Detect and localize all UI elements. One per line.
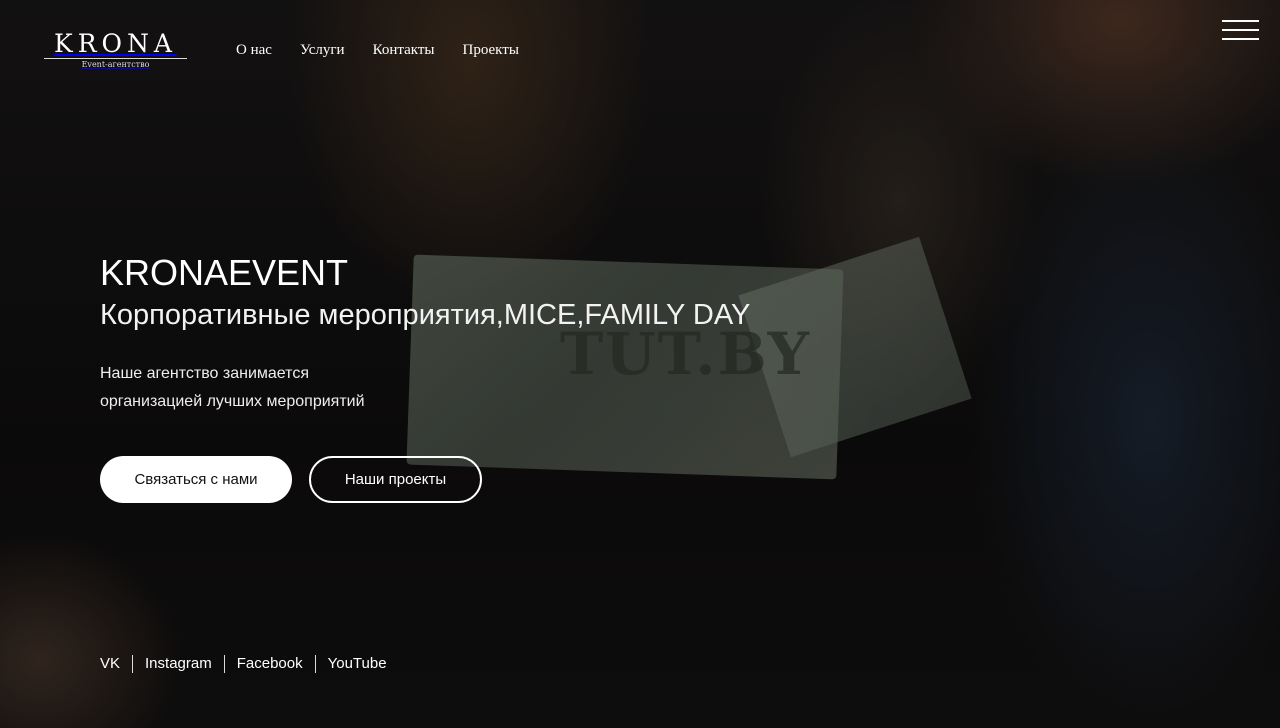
social-link-facebook[interactable]: Facebook (237, 654, 303, 674)
nav-item-about[interactable]: О нас (236, 41, 272, 59)
hero-description: Наше агентство занимается организацией л… (100, 360, 420, 416)
social-links: VK Instagram Facebook YouTube (100, 654, 387, 674)
hero-description-line-2: организацией лучших мероприятий (100, 393, 365, 410)
contact-us-button[interactable]: Связаться с нами (100, 456, 292, 503)
our-projects-button[interactable]: Наши проекты (309, 456, 482, 503)
logo-name: KRONA (44, 31, 187, 59)
social-link-instagram[interactable]: Instagram (145, 654, 212, 674)
main-nav: О нас Услуги Контакты Проекты (236, 41, 547, 59)
social-divider (223, 655, 225, 673)
social-divider (132, 655, 134, 673)
hamburger-menu-icon[interactable] (1222, 20, 1259, 42)
social-link-youtube[interactable]: YouTube (328, 654, 387, 674)
social-link-vk[interactable]: VK (100, 654, 120, 674)
hero-subtitle: Корпоративные мероприятия,MICE,FAMILY DA… (100, 299, 751, 331)
nav-item-services[interactable]: Услуги (300, 41, 345, 59)
nav-item-contacts[interactable]: Контакты (373, 41, 435, 59)
hero-title: KRONAEVENT (100, 252, 349, 293)
logo-tagline: Event-агентство (81, 60, 150, 69)
logo[interactable]: KRONA Event-агентство (44, 31, 187, 69)
nav-item-projects[interactable]: Проекты (463, 41, 519, 59)
hero-description-line-1: Наше агентство занимается (100, 365, 309, 382)
social-divider (314, 655, 316, 673)
